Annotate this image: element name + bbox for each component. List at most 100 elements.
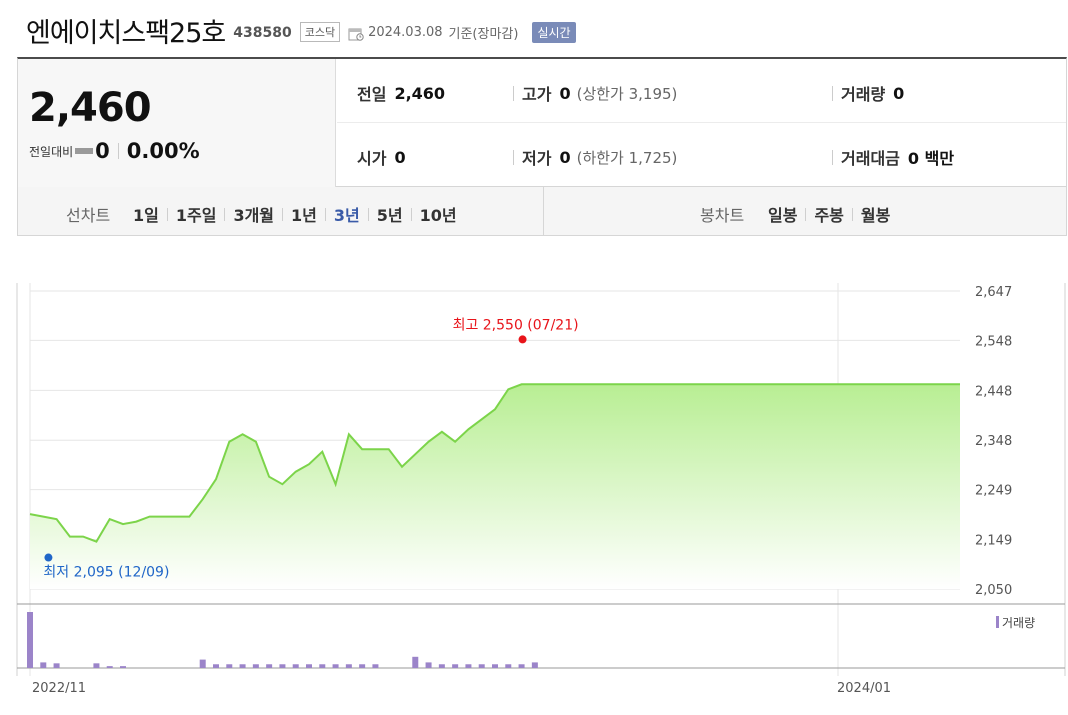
x-tick-label: 2024/01 (837, 681, 891, 696)
candle-period-tab-0[interactable]: 일봉 (768, 202, 797, 226)
current-price: 2,460 (29, 85, 152, 131)
candle-period-tab-2[interactable]: 월봉 (861, 202, 890, 226)
volume-legend-swatch (996, 616, 999, 628)
volume-bar (120, 666, 126, 668)
divider (851, 207, 853, 221)
calendar-icon (348, 26, 364, 41)
y-tick-label: 2,647 (975, 285, 1012, 300)
line-period-tabs: 1일 1주일 3개월 1년 3년 5년 10년 (133, 202, 457, 226)
volume-stat: 거래량 0 (832, 81, 904, 105)
line-chart-periods: 선차트 1일 1주일 3개월 1년 3년 5년 10년 (18, 187, 544, 235)
quote-summary: 2,460 전일대비 0 0.00% 전일 2,460 고가 0 (상한가 3,… (17, 57, 1067, 187)
quote-stats: 전일 2,460 고가 0 (상한가 3,195) 거래량 0 시가 0 저가 … (337, 59, 1066, 187)
change-row: 전일대비 0 0.00% (29, 139, 200, 163)
volume-bar (292, 664, 299, 668)
volume-bar (505, 664, 512, 668)
open-label: 시가 (357, 149, 387, 168)
volume-bar (319, 664, 326, 668)
volume-bar (492, 664, 498, 668)
volume-bar (252, 664, 259, 668)
divider (805, 207, 807, 221)
y-tick-label: 2,448 (975, 384, 1012, 399)
volume-bar (199, 659, 206, 668)
line-period-tab-0[interactable]: 1일 (133, 202, 159, 226)
volume-bar (226, 664, 233, 668)
stock-code: 438580 (233, 25, 292, 41)
prev-close-value: 2,460 (394, 83, 446, 103)
stock-title-row: 엔에이치스팩25호 438580 코스닥 2024.03.08 기준(장마감) … (26, 10, 576, 50)
divider (324, 207, 326, 221)
lower-limit: (하한가 1,725) (576, 148, 678, 167)
volume-label: 거래량 (841, 85, 886, 104)
candle-period-tab-1[interactable]: 주봉 (814, 202, 843, 226)
divider (513, 85, 514, 101)
volume-legend-label: 거래량 (1002, 616, 1035, 630)
upper-limit: (상한가 3,195) (576, 84, 678, 103)
volume-bar (332, 664, 339, 668)
low-annotation: 최저 2,095 (12/09) (43, 565, 169, 581)
volume-bar (279, 664, 286, 668)
line-period-tab-6[interactable]: 10년 (420, 202, 457, 226)
low-value: 0 (559, 147, 571, 167)
divider (410, 207, 412, 221)
line-period-tab-1[interactable]: 1주일 (176, 202, 217, 226)
stats-row-2: 시가 0 저가 0 (하한가 1,725) 거래대금 0 백만 (337, 123, 1066, 187)
divider (832, 149, 833, 165)
high-stat: 고가 0 (상한가 3,195) (513, 81, 677, 105)
base-date: 2024.03.08 (368, 25, 443, 40)
price-chart[interactable]: 2,647 2,548 2,448 2,348 2,249 2,149 2,050 2022/… (0, 236, 1068, 711)
price-chart-svg[interactable]: 2,647 2,548 2,448 2,348 2,249 2,149 2,050 2022/… (0, 236, 1068, 711)
divider (224, 207, 226, 221)
realtime-button[interactable]: 실시간 (532, 21, 576, 43)
volume-bar (412, 656, 419, 668)
prev-close-stat: 전일 2,460 (357, 81, 445, 105)
market-badge: 코스닥 (299, 22, 341, 42)
volume-bar (53, 663, 60, 668)
stock-name: 엔에이치스팩25호 (26, 17, 226, 49)
low-stat: 저가 0 (하한가 1,725) (513, 145, 677, 169)
current-price-panel: 2,460 전일대비 0 0.00% (18, 59, 336, 187)
y-tick-label: 2,348 (975, 434, 1012, 449)
open-value: 0 (394, 147, 406, 167)
line-period-tab-5[interactable]: 5년 (377, 202, 403, 226)
volume-bar (452, 664, 459, 668)
change-percent: 0.00% (126, 139, 200, 163)
line-period-tab-2[interactable]: 3개월 (233, 202, 274, 226)
volume-bar (372, 664, 379, 668)
x-tick-label: 2022/11 (32, 681, 86, 696)
divider (513, 149, 514, 165)
line-chart-label: 선차트 (66, 206, 111, 225)
stats-row-1: 전일 2,460 고가 0 (상한가 3,195) 거래량 0 (337, 59, 1066, 123)
line-period-tab-4[interactable]: 3년 (334, 202, 360, 226)
change-label: 전일대비 (29, 144, 74, 159)
amount-stat: 거래대금 0 백만 (832, 145, 954, 169)
volume-bar (465, 664, 472, 668)
change-value: 0 (95, 139, 110, 163)
y-tick-label: 2,249 (975, 484, 1012, 499)
volume-bar (345, 664, 352, 668)
volume-bar (213, 664, 219, 668)
candle-period-tabs: 일봉 주봉 월봉 (768, 202, 890, 226)
divider (166, 207, 168, 221)
amount-label: 거래대금 (841, 149, 900, 168)
candle-chart-label: 봉차트 (700, 206, 745, 225)
volume-bar (93, 663, 100, 668)
volume-bar (106, 666, 113, 668)
volume-bar (306, 664, 312, 668)
line-period-tab-3[interactable]: 1년 (291, 202, 317, 226)
volume-value: 0 (893, 83, 905, 103)
y-tick-label: 2,149 (975, 534, 1012, 549)
volume-bar (27, 612, 33, 668)
volume-bar (531, 662, 538, 668)
high-value: 0 (559, 83, 571, 103)
prev-close-label: 전일 (357, 85, 387, 104)
base-date-suffix: 기준(장마감) (448, 27, 519, 42)
low-marker (44, 553, 53, 562)
chart-period-bar: 선차트 1일 1주일 3개월 1년 3년 5년 10년 봉차트 일봉 주봉 월봉 (17, 187, 1067, 236)
low-label: 저가 (522, 149, 552, 168)
y-tick-label: 2,050 (975, 583, 1012, 598)
open-stat: 시가 0 (357, 145, 406, 169)
amount-value: 0 백만 (907, 149, 955, 168)
high-label: 고가 (522, 85, 552, 104)
high-marker (518, 335, 527, 344)
